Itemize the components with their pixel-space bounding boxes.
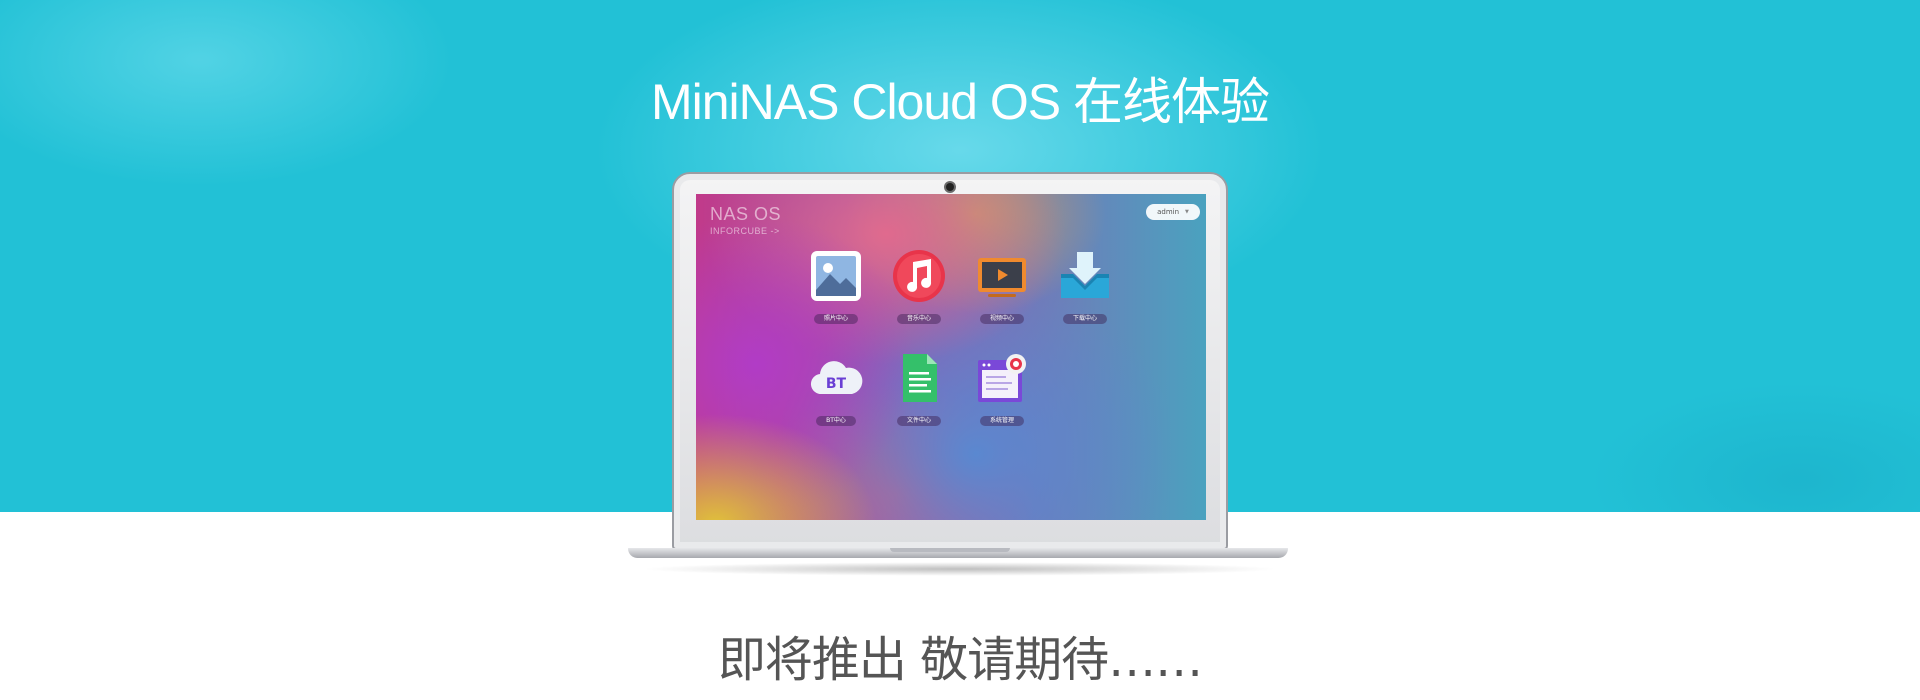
page-title: MiniNAS Cloud OS 在线体验 — [650, 74, 1270, 130]
laptop-shadow — [640, 562, 1280, 576]
app-label: 照片中心 — [813, 314, 858, 324]
desktop-screen: NAS OS INFORCUBE -> admin ▼ 照片中心 音乐中心 视频… — [696, 194, 1206, 520]
os-brand-title: NAS OS — [710, 204, 782, 224]
file-icon — [891, 350, 947, 406]
photo-icon — [808, 248, 864, 304]
app-label: 下载中心 — [1062, 314, 1107, 324]
coming-soon-message: 即将推出 敬请期待…… — [717, 632, 1203, 688]
bt-cloud-icon-text: BT — [826, 376, 847, 392]
bt-cloud-icon: BT — [808, 350, 864, 406]
app-bt-center[interactable]: BT BT中心 — [801, 350, 871, 430]
music-icon — [891, 248, 947, 304]
app-label: 系统管理 — [979, 416, 1024, 426]
chevron-down-icon: ▼ — [1185, 209, 1189, 215]
app-label: 音乐中心 — [896, 314, 941, 324]
app-video-center[interactable]: 视频中心 — [967, 248, 1037, 328]
app-label: BT中心 — [816, 416, 856, 426]
app-photo-center[interactable]: 照片中心 — [801, 248, 871, 328]
webcam-icon — [946, 183, 954, 191]
app-label: 视频中心 — [979, 314, 1024, 324]
app-file-center[interactable]: 文件中心 — [884, 350, 954, 430]
download-icon — [1057, 248, 1113, 304]
os-brand-subtitle[interactable]: INFORCUBE -> — [710, 226, 780, 236]
app-download-center[interactable]: 下载中心 — [1050, 248, 1120, 328]
user-menu[interactable]: admin ▼ — [1146, 204, 1200, 220]
app-music-center[interactable]: 音乐中心 — [884, 248, 954, 328]
app-label: 文件中心 — [896, 416, 941, 426]
laptop-hinge-notch — [890, 548, 1010, 552]
video-icon — [974, 248, 1030, 304]
laptop-display: NAS OS INFORCUBE -> admin ▼ 照片中心 音乐中心 视频… — [672, 172, 1228, 550]
app-system-settings[interactable]: 系统管理 — [967, 350, 1037, 430]
user-menu-label: admin — [1157, 208, 1180, 216]
system-settings-icon — [974, 350, 1030, 406]
